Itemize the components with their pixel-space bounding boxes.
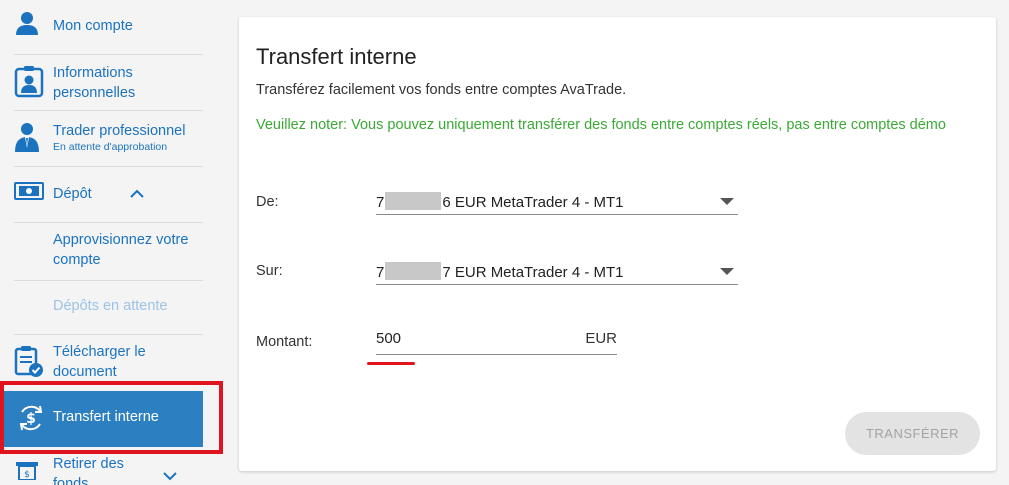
- to-account-select[interactable]: 7 7 EUR MetaTrader 4 - MT1: [376, 255, 738, 285]
- sidebar-item-mon-compte[interactable]: Mon compte: [0, 8, 203, 44]
- transfer-button[interactable]: TRANSFÉRER: [845, 412, 980, 455]
- page-title: Transfert interne: [256, 44, 417, 69]
- from-account-suffix: 6 EUR MetaTrader 4 - MT1: [442, 194, 624, 211]
- demo-accounts-note: Veuillez noter: Vous pouvez uniquement t…: [256, 117, 946, 133]
- dropdown-caret-icon: [720, 198, 734, 205]
- amount-input[interactable]: [376, 330, 556, 347]
- dropdown-caret-icon: [720, 268, 734, 275]
- transfer-card: Transfert interne Transférez facilement …: [239, 17, 996, 471]
- amount-field[interactable]: EUR: [376, 323, 617, 355]
- clipboard-check-icon: [14, 346, 44, 377]
- from-account-prefix: 7: [376, 194, 385, 211]
- amount-label: Montant:: [256, 334, 313, 350]
- sidebar-item-label: Dépôt: [53, 186, 92, 202]
- sidebar-item-depot[interactable]: Dépôt: [0, 172, 203, 218]
- sidebar-item-label: Mon compte: [53, 18, 133, 34]
- redacted-block: [385, 192, 442, 210]
- businessman-icon: [14, 122, 44, 152]
- redacted-block: [385, 262, 442, 280]
- sidebar-item-label: Informations personnelles: [53, 65, 136, 101]
- sidebar-item-informations-personnelles[interactable]: Informations personnelles: [0, 60, 203, 108]
- sidebar-item-label: Approvisionnez votre compte: [53, 232, 189, 268]
- from-account-select[interactable]: 7 6 EUR MetaTrader 4 - MT1: [376, 185, 738, 215]
- divider: [14, 334, 203, 335]
- amount-currency: EUR: [585, 330, 617, 347]
- sidebar-item-label: Télécharger le document: [53, 344, 146, 380]
- divider: [14, 166, 203, 167]
- sidebar-item-label: Transfert interne: [53, 409, 159, 425]
- sidebar-item-transfert-interne[interactable]: $ Transfert interne: [4, 391, 203, 447]
- divider: [14, 54, 203, 55]
- chevron-up-icon[interactable]: [129, 186, 145, 204]
- sidebar-item-trader-professionnel[interactable]: Trader professionnel En attente d'approb…: [0, 116, 203, 164]
- dollar-transfer-icon: $: [16, 403, 46, 438]
- sidebar-item-label: Dépôts en attente: [53, 298, 168, 314]
- amount-highlight: [367, 362, 415, 365]
- sidebar-item-approvisionnez[interactable]: Approvisionnez votre compte: [0, 228, 203, 276]
- sidebar: Mon compte Informations personnelles Tra…: [0, 0, 223, 485]
- trader-professionnel-label: Trader professionnel: [53, 123, 186, 139]
- to-account-prefix: 7: [376, 264, 385, 281]
- banknote-icon: [14, 182, 44, 212]
- divider: [14, 280, 203, 281]
- from-account-value: 7 6 EUR MetaTrader 4 - MT1: [376, 192, 624, 211]
- sidebar-item-label: Retirer des fonds: [53, 456, 124, 485]
- from-label: De:: [256, 194, 279, 210]
- svg-text:$: $: [26, 411, 36, 427]
- sidebar-item-telecharger-document[interactable]: Télécharger le document: [0, 340, 203, 384]
- divider: [14, 222, 203, 223]
- to-account-value: 7 7 EUR MetaTrader 4 - MT1: [376, 262, 624, 281]
- approval-status: En attente d'approbation: [53, 141, 168, 153]
- user-icon: [14, 10, 44, 40]
- page-subtitle: Transférez facilement vos fonds entre co…: [256, 82, 627, 98]
- sidebar-item-retirer-des-fonds[interactable]: $ Retirer des fonds: [0, 454, 203, 485]
- id-card-icon: [14, 66, 44, 98]
- svg-text:$: $: [24, 470, 30, 480]
- to-account-suffix: 7 EUR MetaTrader 4 - MT1: [442, 264, 624, 281]
- sidebar-item-depots-en-attente[interactable]: Dépôts en attente: [0, 288, 203, 324]
- chevron-down-icon[interactable]: [162, 468, 178, 485]
- atm-withdraw-icon: $: [14, 460, 44, 485]
- sidebar-item-label: Trader professionnel En attente d'approb…: [53, 121, 185, 153]
- divider: [14, 110, 203, 111]
- to-label: Sur:: [256, 263, 283, 279]
